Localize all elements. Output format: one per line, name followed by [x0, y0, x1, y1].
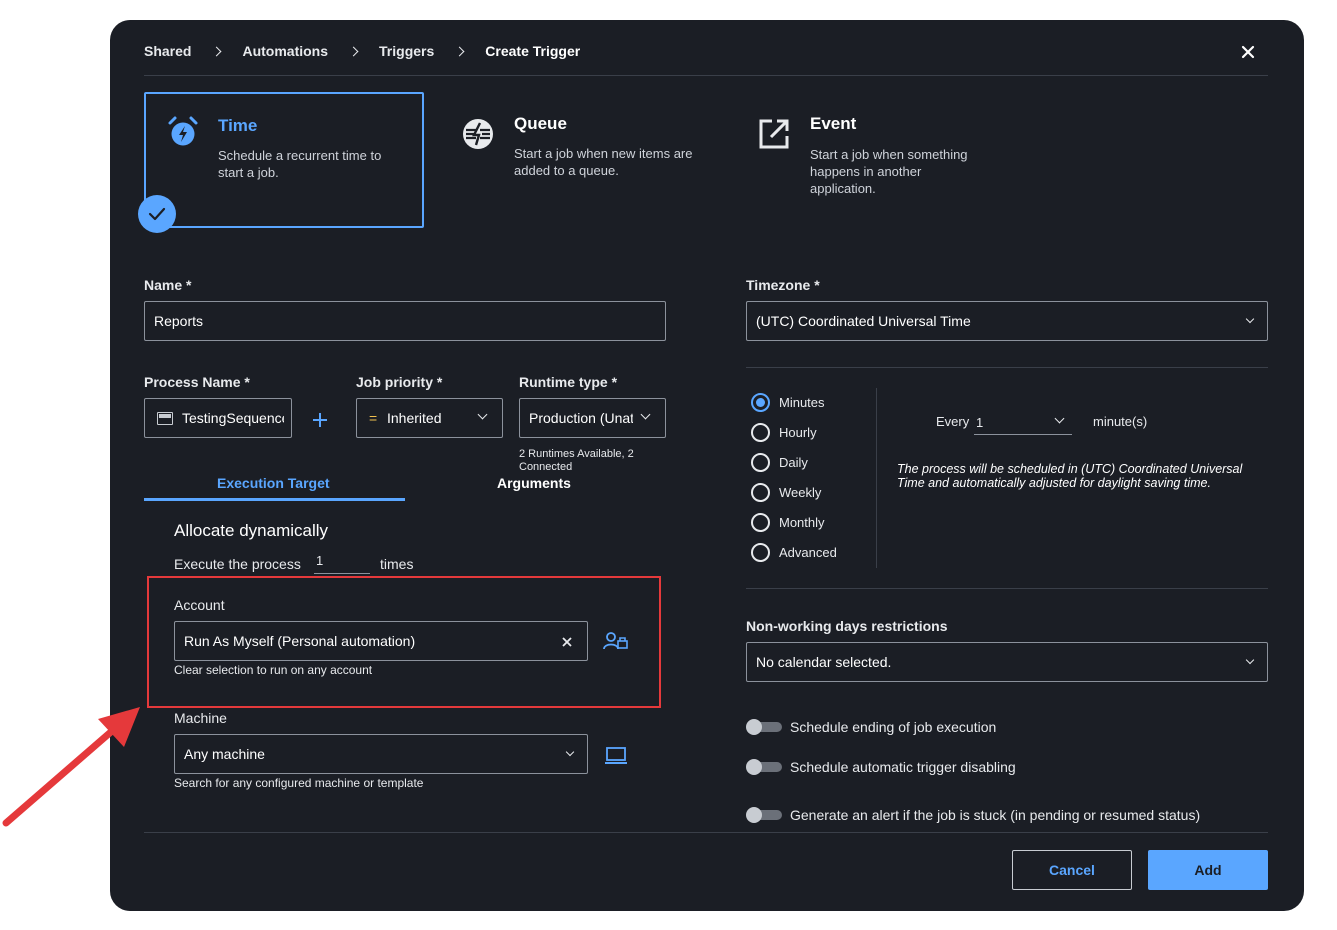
trigger-type-event-desc-1: Start a job when something: [810, 147, 968, 162]
frequency-divider: [876, 388, 877, 568]
external-link-icon: [756, 116, 792, 152]
every-select[interactable]: 1: [974, 409, 1072, 435]
radio-monthly[interactable]: [751, 513, 770, 532]
breadcrumb-triggers[interactable]: Triggers: [379, 43, 434, 59]
toggle-trigger-disabling[interactable]: [746, 759, 782, 775]
radio-hourly-label: Hourly: [779, 425, 817, 440]
radio-weekly-label: Weekly: [779, 485, 822, 500]
schedule-note-1: The process will be scheduled in (UTC) C…: [897, 462, 1243, 476]
machine-select[interactable]: Any machine: [174, 734, 588, 774]
radio-daily-label: Daily: [779, 455, 808, 470]
process-icon: [157, 412, 173, 425]
chevron-down-icon: [1054, 413, 1065, 424]
add-button[interactable]: Add: [1148, 850, 1268, 890]
trigger-type-event-desc-2: happens in another: [810, 164, 922, 179]
timezone-label: Timezone *: [746, 277, 820, 293]
name-label: Name *: [144, 277, 192, 293]
non-working-label: Non-working days restrictions: [746, 618, 948, 634]
every-label: Every: [936, 414, 970, 429]
breadcrumb-automations[interactable]: Automations: [242, 43, 328, 59]
add-process-icon[interactable]: [311, 411, 329, 429]
trigger-type-queue-title: Queue: [514, 114, 567, 133]
trigger-type-event[interactable]: Event Start a job when something happens…: [746, 94, 1016, 226]
trigger-type-queue[interactable]: Queue Start a job when new items are add…: [450, 94, 720, 226]
machine-label: Machine: [174, 710, 227, 726]
breadcrumb-shared[interactable]: Shared: [144, 43, 191, 59]
timezone-select[interactable]: (UTC) Coordinated Universal Time: [746, 301, 1268, 341]
radio-advanced[interactable]: [751, 543, 770, 562]
queue-icon: [460, 116, 496, 152]
trigger-type-time-desc-2: start a job.: [218, 165, 279, 180]
tab-arguments[interactable]: Arguments: [497, 475, 571, 491]
toggle-stuck-alert-label: Generate an alert if the job is stuck (i…: [790, 807, 1201, 823]
breadcrumb-separator-icon: [454, 46, 465, 57]
machine-icon[interactable]: [604, 746, 628, 766]
trigger-type-time-title: Time: [218, 116, 258, 135]
radio-daily[interactable]: [751, 453, 770, 472]
allocate-title: Allocate dynamically: [174, 521, 329, 540]
radio-minutes-label: Minutes: [779, 395, 825, 410]
toggle-trigger-disabling-label: Schedule automatic trigger disabling: [790, 759, 1016, 775]
annotation-arrow: [0, 695, 150, 830]
chevron-down-icon: [1245, 655, 1255, 665]
radio-minutes[interactable]: [751, 393, 770, 412]
alarm-clock-icon: [165, 114, 201, 150]
tab-execution-target-underline: [144, 498, 405, 501]
trigger-type-event-title: Event: [810, 114, 857, 133]
process-name-label: Process Name *: [144, 374, 250, 390]
radio-advanced-label: Advanced: [779, 545, 837, 560]
cancel-button[interactable]: Cancel: [1012, 850, 1132, 890]
runtime-hint-1: 2 Runtimes Available, 2: [519, 448, 634, 460]
job-priority-select[interactable]: = Inherited: [356, 398, 503, 438]
trigger-type-event-desc-3: application.: [810, 181, 876, 196]
execute-suffix: times: [380, 556, 414, 572]
selected-check-icon: [138, 195, 176, 233]
execute-count-input[interactable]: 1: [314, 552, 370, 574]
breadcrumb-separator-icon: [348, 46, 359, 57]
name-input[interactable]: Reports: [144, 301, 666, 341]
chevron-down-icon: [477, 409, 488, 420]
priority-equal-icon: =: [369, 410, 378, 426]
create-trigger-dialog: Shared Automations Triggers Create Trigger …: [110, 20, 1304, 911]
trigger-type-time-desc-1: Schedule a recurrent time to: [218, 148, 382, 163]
radio-monthly-label: Monthly: [779, 515, 825, 530]
toggle-schedule-ending-label: Schedule ending of job execution: [790, 719, 997, 735]
chevron-down-icon: [1245, 314, 1255, 324]
chevron-down-icon: [640, 409, 651, 420]
non-working-select[interactable]: No calendar selected.: [746, 642, 1268, 682]
breadcrumb-current: Create Trigger: [485, 43, 581, 59]
close-icon[interactable]: [1240, 44, 1256, 60]
account-highlight-box: [147, 576, 661, 708]
tab-execution-target[interactable]: Execution Target: [217, 475, 330, 491]
trigger-type-queue-desc-1: Start a job when new items are: [514, 146, 693, 161]
toggle-schedule-ending[interactable]: [746, 719, 782, 735]
breadcrumb-separator-icon: [212, 46, 222, 57]
machine-hint: Search for any configured machine or tem…: [174, 776, 424, 790]
execute-prefix: Execute the process: [174, 556, 301, 572]
chevron-down-icon: [565, 747, 575, 757]
radio-hourly[interactable]: [751, 423, 770, 442]
runtime-type-label: Runtime type *: [519, 374, 618, 390]
runtime-type-select[interactable]: Production (Unattended): [519, 398, 666, 438]
every-unit: minute(s): [1093, 414, 1148, 429]
radio-weekly[interactable]: [751, 483, 770, 502]
breadcrumb: Shared Automations Triggers Create Trigger: [144, 43, 580, 59]
process-name-input[interactable]: TestingSequence: [144, 398, 292, 438]
job-priority-label: Job priority *: [356, 374, 443, 390]
trigger-type-queue-desc-2: added to a queue.: [514, 163, 619, 178]
runtime-hint-2: Connected: [519, 461, 573, 473]
toggle-stuck-alert[interactable]: [746, 807, 782, 823]
trigger-type-time[interactable]: Time Schedule a recurrent time to start …: [144, 92, 424, 228]
schedule-note-2: Time and automatically adjusted for dayl…: [897, 476, 1211, 490]
